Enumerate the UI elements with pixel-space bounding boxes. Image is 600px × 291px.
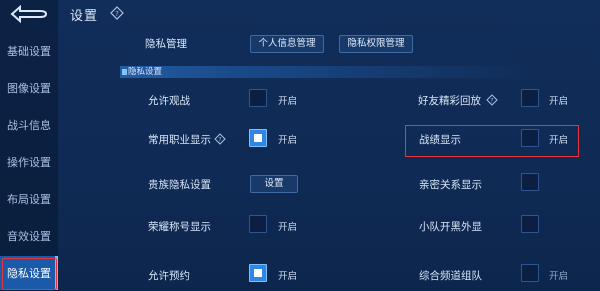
- intimate-relation-label: 亲密关系显示: [419, 179, 482, 191]
- sidebar-item-label: 音效设置: [7, 230, 51, 243]
- allow-reserve-state: 开启: [278, 271, 298, 282]
- sidebar-item-sound[interactable]: 音效设置: [0, 219, 58, 253]
- allow-watch-label: 允许观战: [148, 95, 190, 107]
- friend-highlight-label: 好友精彩回放: [418, 95, 481, 107]
- section-marker: [122, 69, 127, 75]
- intimate-relation-checkbox[interactable]: [521, 173, 539, 191]
- sidebar-item-label: 图像设置: [7, 82, 51, 95]
- sidebar-item-privacy[interactable]: 隐私设置: [0, 256, 58, 290]
- noble-privacy-label: 贵族隐私设置: [148, 179, 211, 191]
- common-role-state: 开启: [278, 135, 298, 146]
- common-role-label: 常用职业显示: [148, 134, 211, 146]
- common-role-checkbox[interactable]: [249, 129, 267, 147]
- allow-reserve-checkbox[interactable]: [249, 264, 267, 282]
- allow-watch-checkbox[interactable]: [249, 89, 267, 107]
- sidebar: 基础设置 图像设置 战斗信息 操作设置 布局设置 音效设置 隐私设置: [0, 0, 59, 291]
- channel-team-label: 综合频道组队: [419, 270, 482, 282]
- section-title: 隐私设置: [128, 67, 163, 77]
- noble-privacy-settings-button[interactable]: 设置: [250, 175, 298, 193]
- question-diamond-icon[interactable]: ?: [214, 133, 226, 145]
- channel-team-state: 开启: [549, 271, 569, 282]
- sidebar-item-label: 基础设置: [7, 45, 51, 58]
- privacy-permission-button[interactable]: 隐私权限管理: [339, 35, 413, 53]
- sidebar-item-controls[interactable]: 操作设置: [0, 145, 58, 179]
- sidebar-item-label: 操作设置: [7, 156, 51, 169]
- svg-text:?: ?: [218, 137, 221, 144]
- sidebar-item-label: 战斗信息: [7, 119, 51, 132]
- friend-highlight-state: 开启: [549, 96, 569, 107]
- sidebar-item-label: 布局设置: [7, 193, 51, 206]
- sidebar-item-basic[interactable]: 基础设置: [0, 34, 58, 68]
- battle-record-checkbox[interactable]: [521, 129, 539, 147]
- question-diamond-icon[interactable]: ?: [110, 6, 124, 20]
- sidebar-item-label: 隐私设置: [7, 267, 51, 280]
- allow-watch-state: 开启: [278, 96, 298, 107]
- honor-title-state: 开启: [278, 222, 298, 233]
- friend-highlight-checkbox[interactable]: [521, 89, 539, 107]
- allow-reserve-label: 允许预约: [148, 270, 190, 282]
- sidebar-item-graphics[interactable]: 图像设置: [0, 71, 58, 105]
- sidebar-item-layout[interactable]: 布局设置: [0, 182, 58, 216]
- privacy-manage-label: 隐私管理: [145, 38, 187, 50]
- battle-record-label: 战绩显示: [419, 134, 461, 146]
- channel-team-checkbox[interactable]: [521, 264, 539, 282]
- question-diamond-icon[interactable]: ?: [486, 94, 498, 106]
- honor-title-label: 荣耀称号显示: [148, 221, 211, 233]
- team-black-checkbox[interactable]: [521, 215, 539, 233]
- back-arrow-icon[interactable]: [6, 4, 50, 24]
- settings-panel: 设置 ? 隐私管理 个人信息管理 隐私权限管理 隐私设置 允许观战 开启 好友精…: [58, 0, 600, 291]
- svg-text:?: ?: [490, 98, 493, 105]
- team-black-label: 小队开黑外显: [419, 221, 482, 233]
- section-header-bar: [120, 66, 580, 78]
- page-title: 设置: [70, 9, 99, 24]
- honor-title-checkbox[interactable]: [249, 215, 267, 233]
- sidebar-item-battle-info[interactable]: 战斗信息: [0, 108, 58, 142]
- personal-info-button[interactable]: 个人信息管理: [250, 35, 324, 53]
- svg-text:?: ?: [115, 10, 119, 18]
- battle-record-state: 开启: [549, 135, 569, 146]
